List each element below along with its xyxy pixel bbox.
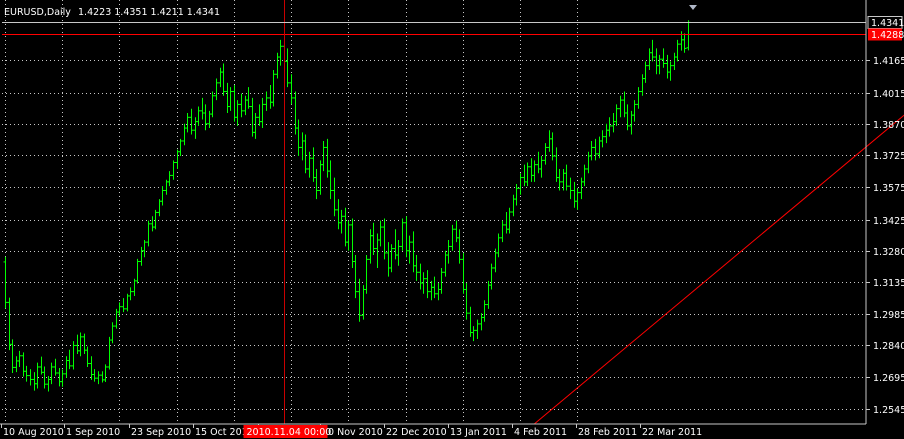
time-tick-label: 13 Jan 2011 [450,427,507,438]
time-axis: 10 Aug 2010 1 Sep 2010 23 Sep 2010 15 Oct 2… [1,424,702,438]
price-tick-label: 1.3280 [873,247,904,258]
price-tick-label: 1.2985 [873,310,904,321]
price-tick-label: 1.2840 [873,341,904,352]
symbol-timeframe-label: EURUSD,Daily [4,7,71,18]
hline-price-label: 1.4288 [871,30,904,41]
price-tick-label: 1.2695 [873,373,904,384]
price-tick-label: 1.4165 [873,56,904,67]
price-tick-label: 1.4015 [873,89,904,100]
time-tick-label: 10 Aug 2010 [3,427,64,438]
price-tick-label: 1.3575 [873,183,904,194]
price-chart[interactable]: 1.4165 1.4015 1.3870 1.3725 1.3575 1.3425 1.32… [0,0,904,439]
price-tick-label: 1.3725 [873,151,904,162]
time-tick-label: 23 Sep 2010 [131,427,191,438]
chart-background [0,0,904,439]
price-tick-label: 1.3870 [873,120,904,131]
crosshair-date-label: 2010.11.04 00:00 [247,427,332,438]
price-tick-label: 1.2545 [873,405,904,416]
time-tick-label: 1 Sep 2010 [66,427,120,438]
price-tick-label: 1.3135 [873,278,904,289]
price-tick-label: 1.3425 [873,216,904,227]
time-tick-label: 4 Feb 2011 [514,427,567,438]
time-tick-label: 28 Feb 2011 [578,427,637,438]
current-price-label: 1.4341 [871,18,904,29]
time-tick-label: 22 Mar 2011 [642,427,702,438]
ohlc-readout: 1.4223 1.4351 1.4211 1.4341 [78,7,220,18]
time-tick-label: 22 Dec 2010 [386,427,447,438]
